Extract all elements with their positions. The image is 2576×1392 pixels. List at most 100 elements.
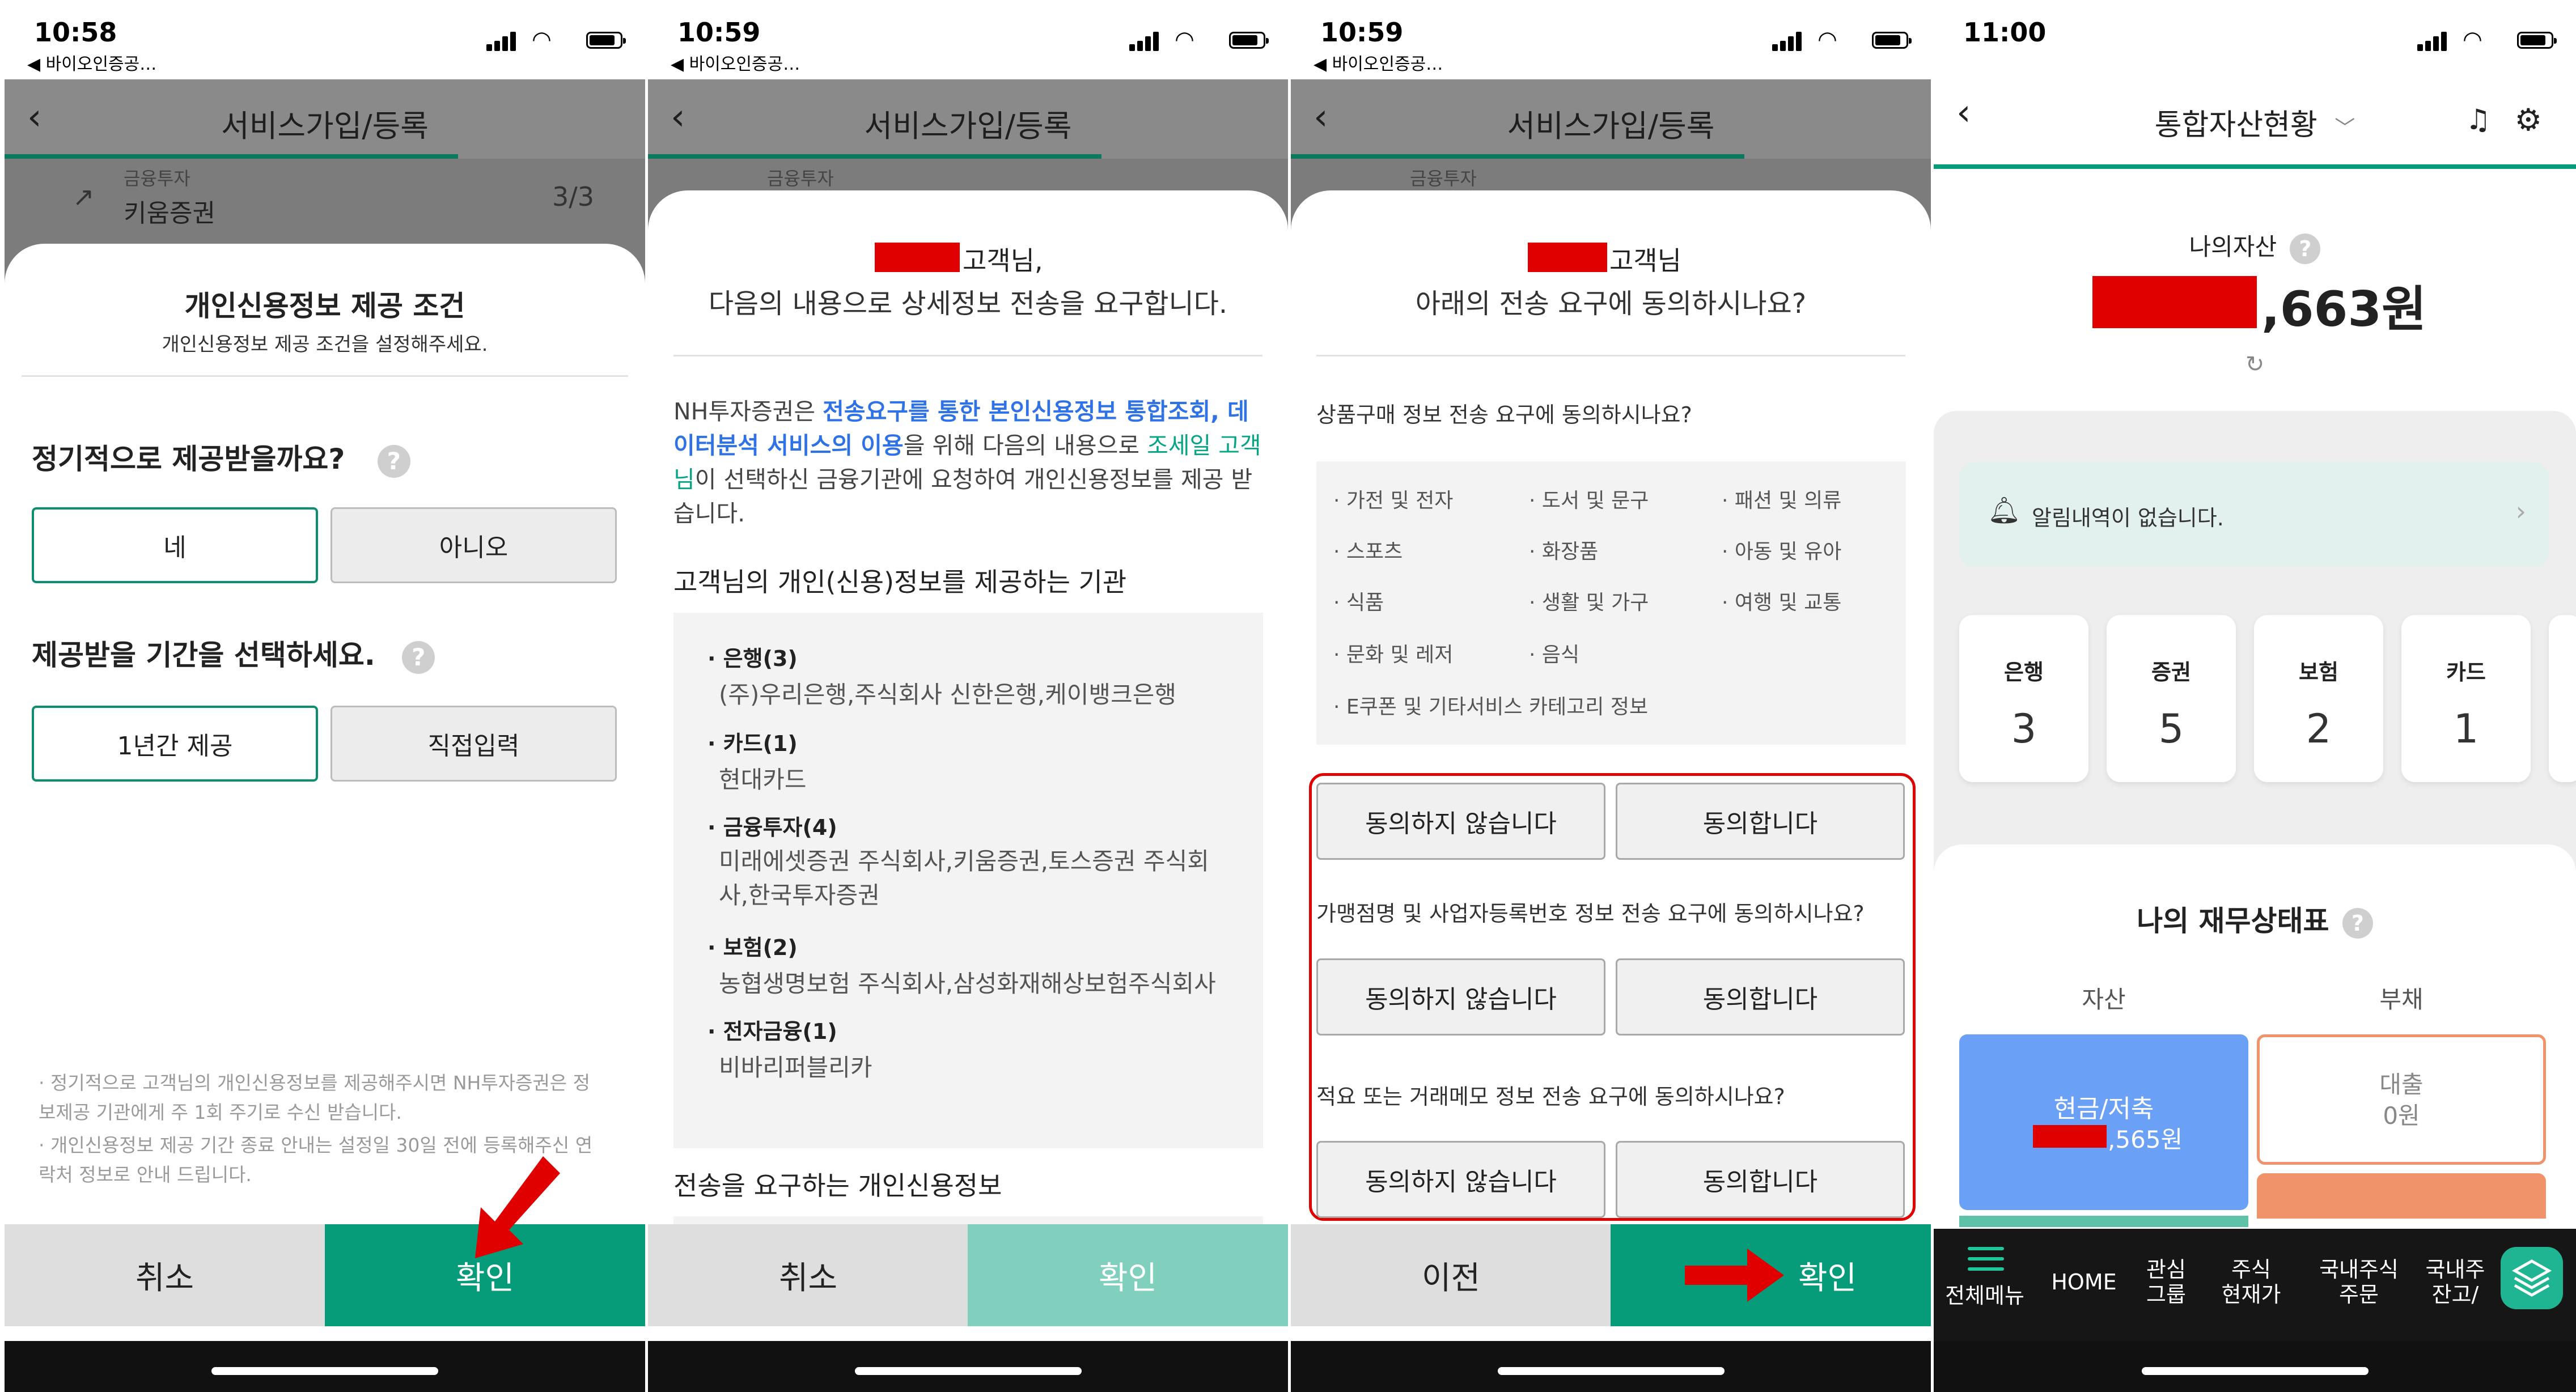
back-to-app-link[interactable]: ◀ 바이오인증공…	[1314, 50, 1443, 75]
nav-title: 서비스가입/등록	[1507, 108, 1715, 144]
phone-screen-credit-conditions: 10:58 ◀ 바이오인증공… ◠ ‹ 서비스가입/등록 ↗ 금융투자 키움증권…	[5, 0, 645, 1392]
notice-card[interactable]: 🔔︎ 알림내역이 없습니다. ›	[1959, 462, 2549, 567]
greeting: 고객님	[1609, 245, 1681, 276]
question-period-text: 제공받을 기간을 선택하세요.	[32, 639, 375, 672]
help-icon[interactable]: ?	[2290, 233, 2321, 264]
wifi-icon: ◠	[532, 27, 552, 53]
tile-securities[interactable]: 증권 5	[2107, 615, 2236, 782]
section-info-title: 전송을 요구하는 개인신용정보	[673, 1148, 1263, 1228]
tile-value: 3	[2011, 706, 2037, 752]
bell-icon: 🔔︎	[1988, 495, 2021, 525]
category-label: 아동 및 유아	[1734, 540, 1842, 563]
chevron-right-icon: ›	[2515, 496, 2526, 527]
battery-icon	[1229, 32, 1269, 49]
provider-item: · 전자금융(1) 비바리퍼블리카	[707, 1014, 1252, 1083]
menu-stock-price[interactable]: 주식 현재가	[2200, 1257, 2302, 1307]
menu-domestic-order[interactable]: 국내주식 주문	[2302, 1257, 2416, 1307]
merchant-agree-button[interactable]: 동의합니다	[1616, 958, 1905, 1035]
layers-app-icon[interactable]	[2501, 1247, 2563, 1309]
help-icon[interactable]: ?	[2342, 907, 2373, 939]
memo-agree-button[interactable]: 동의합니다	[1616, 1141, 1905, 1218]
tile-label: 은행	[2004, 660, 2044, 685]
behind-label: 금융투자	[767, 168, 834, 189]
tile-more[interactable]	[2549, 615, 2576, 782]
status-time: 10:58	[34, 17, 117, 48]
tile-insurance[interactable]: 보험 2	[2254, 615, 2383, 782]
assets-column-label: 자산	[2082, 986, 2126, 1013]
tile-label: 증권	[2151, 660, 2191, 685]
my-assets-text: 나의자산	[2189, 233, 2277, 261]
note-regular: · 정기적으로 고객님의 개인신용정보를 제공해주시면 NH투자증권은 정보제공…	[39, 1072, 591, 1123]
purchase-agree-button[interactable]: 동의합니다	[1616, 783, 1905, 860]
question-memo: 적요 또는 거래메모 정보 전송 요구에 동의하시나요?	[1316, 1084, 1785, 1109]
category-item: · 생활 및 가구	[1529, 591, 1649, 614]
cancel-button[interactable]: 취소	[5, 1224, 325, 1326]
bottom-sheet: 고객님, 다음의 내용으로 상세정보 전송을 요구합니다. NH투자증권은 전송…	[648, 190, 1288, 1392]
menu-home[interactable]: HOME	[2036, 1270, 2132, 1295]
all-menu-button[interactable]: 전체메뉴	[1934, 1229, 2036, 1343]
cash-label: 현금/저축	[2053, 1094, 2154, 1123]
total-amount: ,663원	[2261, 281, 2427, 338]
wifi-icon: ◠	[1175, 27, 1194, 53]
tile-bank[interactable]: 은행 3	[1959, 615, 2088, 782]
period-1year-button[interactable]: 1년간 제공	[32, 706, 318, 782]
merchant-disagree-button[interactable]: 동의하지 않습니다	[1316, 958, 1605, 1035]
category-item: · 도서 및 문구	[1529, 489, 1649, 512]
category-item: · 가전 및 전자	[1333, 489, 1454, 512]
yes-button[interactable]: 네	[32, 507, 318, 583]
purchase-disagree-button[interactable]: 동의하지 않습니다	[1316, 783, 1605, 860]
confirm-button-disabled[interactable]: 확인	[968, 1224, 1288, 1326]
memo-disagree-button[interactable]: 동의하지 않습니다	[1316, 1141, 1605, 1218]
help-icon[interactable]: ?	[377, 444, 410, 478]
menu-watchlist[interactable]: 관심 그룹	[2132, 1257, 2200, 1307]
redacted-name	[1528, 243, 1607, 272]
period-custom-button[interactable]: 직접입력	[331, 706, 617, 782]
nav-bar: ‹ 서비스가입/등록	[648, 79, 1288, 159]
confirm-button[interactable]: 확인	[1611, 1224, 1931, 1326]
phone-screen-transfer-request: 10:59 ◀ 바이오인증공… ◠ ‹ 서비스가입/등록 금융투자 고객님, 다…	[648, 0, 1288, 1392]
question-merchant: 가맹점명 및 사업자등록번호 정보 전송 요구에 동의하시나요?	[1316, 901, 1865, 926]
provider-item: · 은행(3) (주)우리은행,주식회사 신한은행,케이뱅크은행	[707, 641, 1252, 710]
category-label: 도서 및 문구	[1541, 489, 1649, 512]
category-label: 패션 및 의류	[1734, 489, 1842, 512]
tile-card[interactable]: 카드 1	[2401, 615, 2531, 782]
home-indicator-bar	[1291, 1341, 1931, 1392]
purchase-category-list: · 가전 및 전자 · 도서 및 문구 · 패션 및 의류 · 스포츠 · 화장…	[1316, 461, 1906, 745]
category-item: · 문화 및 레저	[1333, 643, 1454, 667]
category-label: 화장품	[1541, 540, 1599, 563]
help-icon[interactable]: ?	[402, 640, 435, 674]
prev-button[interactable]: 이전	[1291, 1224, 1611, 1326]
cancel-button[interactable]: 취소	[648, 1224, 968, 1326]
loan-block[interactable]: 대출 0원	[2257, 1034, 2546, 1165]
behind-count: 3/3	[552, 181, 594, 212]
bell-icon[interactable]: ♫	[2465, 103, 2491, 136]
step-progress-bar	[1291, 154, 1744, 159]
question-purchase: 상품구매 정보 전송 요구에 동의하시나요?	[1316, 402, 1692, 427]
menu-label: 전체메뉴	[1945, 1283, 2024, 1308]
no-button[interactable]: 아니오	[331, 507, 617, 583]
provider-names: (주)우리은행,주식회사 신한은행,케이뱅크은행	[719, 681, 1176, 708]
cash-savings-block[interactable]: 현금/저축 ,565원	[1959, 1034, 2248, 1210]
arrow-icon: ↗	[73, 181, 95, 212]
refresh-icon[interactable]: ↻	[1934, 351, 2576, 377]
notice-text: 알림내역이 없습니다.	[2032, 506, 2224, 531]
liability-block-2	[2257, 1173, 2546, 1219]
category-item: · E쿠폰 및 기타서비스 카테고리 정보	[1333, 695, 1649, 719]
tile-label: 보험	[2299, 660, 2338, 685]
gear-icon[interactable]: ⚙	[2515, 102, 2542, 138]
back-to-app-link[interactable]: ◀ 바이오인증공…	[671, 50, 800, 75]
red-arrow-annotation	[1684, 1249, 1784, 1302]
category-item: · 스포츠	[1333, 540, 1403, 563]
back-to-app-link[interactable]: ◀ 바이오인증공…	[27, 50, 156, 75]
provider-item: · 금융투자(4) 미래에셋증권 주식회사,키움증권,토스증권 주식회사,한국투…	[707, 810, 1229, 913]
category-item: · 아동 및 유아	[1722, 540, 1842, 563]
category-label: 음식	[1541, 643, 1580, 667]
sheet-subtitle: 개인신용정보 제공 조건을 설정해주세요.	[162, 333, 488, 356]
loan-label: 대출	[2379, 1071, 2424, 1098]
provider-category: 카드(1)	[723, 731, 798, 756]
status-time: 10:59	[677, 17, 761, 48]
behind-value: 키움증권	[124, 199, 215, 228]
header-underline	[1934, 164, 2576, 169]
divider	[673, 355, 1262, 357]
menu-balance[interactable]: 국내주 잔고/	[2416, 1257, 2495, 1307]
